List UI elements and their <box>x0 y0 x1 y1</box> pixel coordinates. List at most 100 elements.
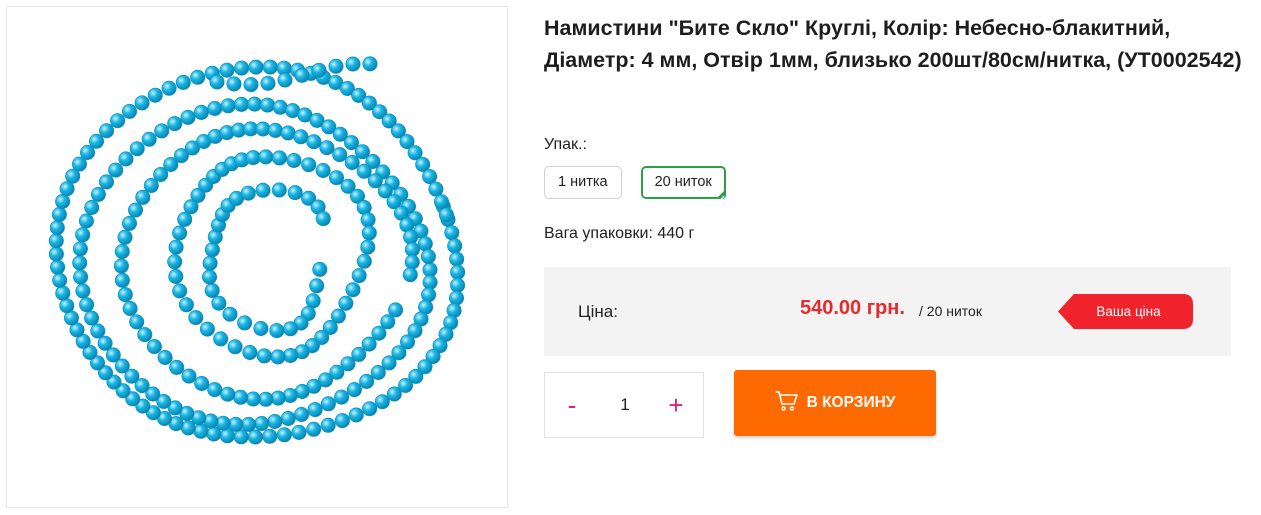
bead <box>227 339 243 355</box>
bead <box>319 140 335 156</box>
bead <box>90 186 106 202</box>
bead <box>193 104 209 120</box>
bead <box>272 99 288 115</box>
product-image[interactable] <box>6 6 508 508</box>
bead <box>301 157 317 173</box>
bead <box>254 415 270 431</box>
bead <box>309 278 325 294</box>
packaging-label: Упак.: <box>544 136 587 153</box>
price-value: 540.00 грн. <box>800 297 905 319</box>
bead <box>293 129 309 145</box>
quantity-stepper: - 1 + <box>544 372 704 438</box>
bead <box>141 131 157 147</box>
bead <box>345 56 361 72</box>
bead <box>51 207 67 223</box>
bead <box>450 277 466 293</box>
bead <box>287 185 303 201</box>
bead <box>286 153 302 169</box>
bead <box>222 306 238 322</box>
bead <box>402 267 418 283</box>
bead <box>110 113 126 129</box>
bead <box>180 109 196 125</box>
bead <box>422 274 438 290</box>
bead <box>99 123 115 139</box>
bead <box>177 211 193 227</box>
bead <box>438 207 454 223</box>
bead <box>90 323 106 339</box>
bead <box>362 401 378 417</box>
bead <box>403 229 419 245</box>
bead <box>370 364 386 380</box>
price-unit: / 20 ниток <box>919 303 982 319</box>
bead <box>283 347 299 363</box>
bead <box>207 101 223 117</box>
bead <box>129 314 145 330</box>
bead <box>233 389 249 405</box>
bead <box>181 368 197 384</box>
bead <box>78 213 94 229</box>
bead <box>122 300 138 316</box>
bead <box>234 96 250 112</box>
bead <box>113 258 129 274</box>
bead <box>245 150 261 166</box>
bead <box>374 394 390 410</box>
bead <box>269 323 285 339</box>
bead <box>84 310 100 326</box>
pack-option-20-strands[interactable]: 20 ниток <box>640 166 726 199</box>
bead <box>137 327 153 343</box>
quantity-increase-button[interactable]: + <box>663 391 689 421</box>
pack-option-1-strand[interactable]: 1 нитка <box>544 166 622 199</box>
beads-strand-image <box>48 56 466 445</box>
bead <box>356 163 372 179</box>
bead <box>72 255 88 271</box>
price-label: Ціна: <box>578 302 618 321</box>
bead <box>258 149 274 165</box>
bead <box>447 238 463 254</box>
bead <box>161 80 177 96</box>
bead <box>255 182 271 198</box>
bead <box>262 59 278 75</box>
bead <box>135 189 151 205</box>
bead <box>307 402 323 418</box>
bead <box>243 77 259 93</box>
bead <box>417 236 433 252</box>
bead <box>157 349 173 365</box>
bead <box>294 67 310 83</box>
bead <box>75 227 91 243</box>
add-to-cart-button[interactable]: В КОРЗИНУ <box>734 370 936 436</box>
bead <box>72 241 88 257</box>
bead <box>356 253 372 269</box>
bead <box>334 389 350 405</box>
weight-label: Вага упаковки: <box>544 225 653 242</box>
bead <box>154 123 170 139</box>
bead <box>122 215 138 231</box>
bead <box>360 239 376 255</box>
bead <box>52 272 68 288</box>
quantity-input[interactable]: 1 <box>605 395 645 415</box>
bead <box>129 141 145 157</box>
bead <box>168 269 184 285</box>
bead <box>294 406 310 422</box>
bead <box>271 182 287 198</box>
bead <box>204 282 220 298</box>
bead <box>449 251 465 267</box>
bead <box>315 163 331 179</box>
bead <box>280 125 296 141</box>
bead <box>247 429 263 445</box>
quantity-decrease-button[interactable]: - <box>559 391 585 421</box>
bead <box>338 295 354 311</box>
bead <box>282 321 298 337</box>
bead <box>89 133 105 149</box>
bead <box>344 155 360 171</box>
bead <box>237 315 253 331</box>
bead <box>420 249 436 265</box>
bead <box>422 169 438 185</box>
packaging-options: 1 нитка 20 ниток <box>544 166 726 199</box>
pack-option-label: 20 ниток <box>654 174 712 190</box>
bead <box>73 269 89 285</box>
bead <box>320 396 336 412</box>
bead <box>240 185 256 201</box>
bead <box>75 283 91 299</box>
price-panel: Ціна: 540.00 грн. / 20 ниток Ваша ціна <box>544 267 1231 356</box>
bead <box>219 62 235 78</box>
